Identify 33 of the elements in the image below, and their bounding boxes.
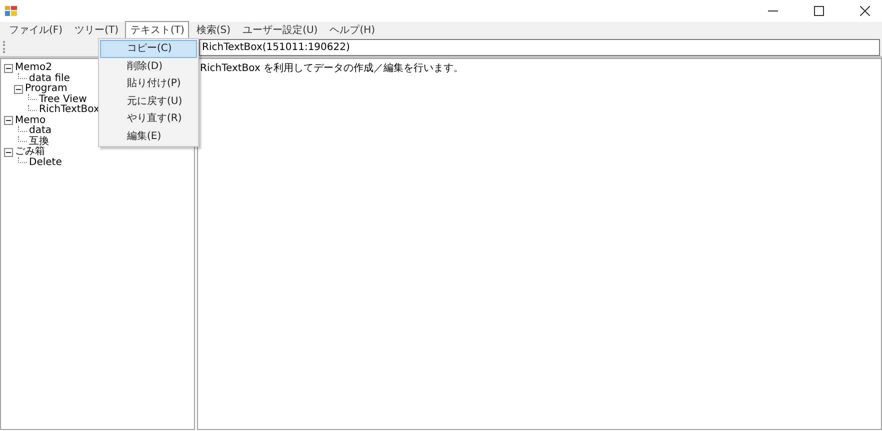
- menu-option[interactable]: 編集(E): [100, 128, 197, 145]
- tree-node[interactable]: Program: [25, 84, 68, 94]
- menu-option[interactable]: 元に戻す(U): [100, 92, 197, 110]
- menu-item[interactable]: ファイル(F): [4, 21, 68, 39]
- tree-node[interactable]: RichTextBox: [39, 105, 100, 116]
- maximize-icon[interactable]: [814, 6, 824, 16]
- menu-option[interactable]: 削除(D): [100, 58, 197, 75]
- menu-item[interactable]: ツリー(T): [70, 21, 124, 39]
- tree-node[interactable]: data file: [29, 74, 70, 84]
- path-field[interactable]: RichTextBox(151011:190622): [199, 38, 880, 56]
- toolbar-grip[interactable]: [3, 41, 7, 53]
- tree-node[interactable]: 互換: [29, 136, 49, 147]
- menu-item[interactable]: ヘルプ(H): [324, 21, 380, 39]
- collapse-icon[interactable]: [4, 116, 13, 126]
- tree-node[interactable]: Tree View: [39, 94, 87, 105]
- tree-node[interactable]: Memo: [15, 116, 46, 126]
- menu-option[interactable]: コピー(C): [100, 40, 197, 58]
- tree-node[interactable]: Memo2: [15, 63, 52, 74]
- tree-node[interactable]: data: [29, 126, 52, 136]
- collapse-icon[interactable]: [4, 148, 13, 157]
- tree-node[interactable]: Delete: [29, 158, 62, 168]
- app-icon: [5, 6, 17, 16]
- menu-option[interactable]: 貼り付け(P): [100, 75, 197, 92]
- menu-item[interactable]: 検索(S): [191, 21, 236, 39]
- close-icon[interactable]: [860, 6, 870, 16]
- text-editor[interactable]: RichTextBox を利用してデータの作成／編集を行います。: [197, 58, 882, 430]
- menu-option[interactable]: やり直す(R): [100, 110, 197, 128]
- collapse-icon[interactable]: [4, 64, 13, 73]
- menu-item[interactable]: ユーザー設定(U): [238, 21, 323, 39]
- menu-item[interactable]: テキスト(T): [125, 21, 190, 39]
- collapse-icon[interactable]: [14, 84, 23, 94]
- tree-node[interactable]: ごみ箱: [15, 147, 45, 158]
- editor-text: RichTextBox を利用してデータの作成／編集を行います。: [200, 63, 464, 74]
